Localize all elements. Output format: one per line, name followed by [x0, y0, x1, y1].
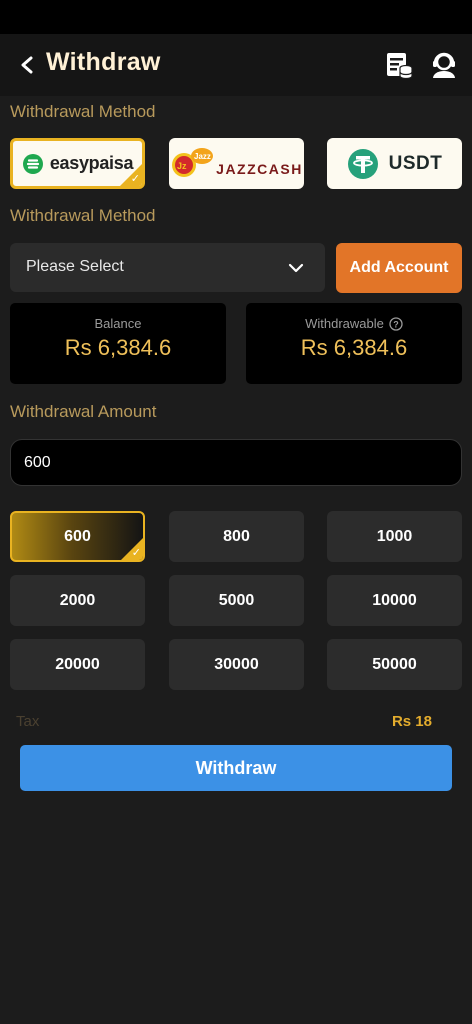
help-icon[interactable]: ?: [389, 316, 403, 331]
svg-text:Jz: Jz: [177, 161, 187, 171]
amount-chip-label: 10000: [372, 591, 417, 609]
withdrawable-label: Withdrawable ?: [246, 316, 462, 331]
withdrawal-method-label: Withdrawal Method: [10, 102, 156, 121]
balance-value: Rs 6,384.6: [64, 335, 172, 360]
account-method-label: Withdrawal Method: [10, 206, 156, 225]
checkmark-icon: ✓: [131, 547, 141, 559]
status-bar: [0, 0, 472, 34]
amount-chip[interactable]: 10000: [327, 575, 462, 626]
easypaisa-logo: easypaisa: [22, 153, 133, 175]
page-title: Withdraw: [46, 48, 161, 76]
svg-text:?: ?: [393, 319, 399, 329]
amount-chip[interactable]: 600 ✓: [10, 511, 145, 562]
withdrawable-card: Withdrawable ? Rs 6,384.6: [246, 303, 462, 384]
usdt-logo: USDT: [347, 148, 443, 180]
amount-chip-label: 20000: [55, 655, 100, 673]
easypaisa-icon: [22, 153, 43, 174]
withdrawable-value: Rs 6,384.6: [300, 335, 408, 360]
customer-service-icon[interactable]: [429, 50, 459, 80]
app-header: Withdraw: [0, 34, 472, 96]
amount-chip[interactable]: 2000: [10, 575, 145, 626]
jazzcash-badge: Jazz Cash: [194, 152, 214, 161]
amount-chip-label: 800: [223, 527, 250, 545]
withdraw-button[interactable]: Withdraw: [20, 745, 452, 791]
amount-chip-label: 30000: [214, 655, 259, 673]
records-icon[interactable]: [384, 50, 414, 80]
amount-chip-label: 1000: [376, 527, 413, 545]
jazzcash-logo: Jz Jazz Cash JAZZCASH: [170, 145, 303, 183]
method-easypaisa[interactable]: easypaisa ✓: [10, 138, 145, 189]
balance-label: Balance: [94, 316, 142, 331]
amount-chip[interactable]: 30000: [169, 639, 304, 690]
checkmark-icon: ✓: [130, 173, 140, 185]
amount-chip-label: 600: [64, 527, 91, 545]
amount-chip-label: 2000: [59, 591, 96, 609]
amount-chip[interactable]: 5000: [169, 575, 304, 626]
method-usdt[interactable]: USDT: [327, 138, 462, 189]
amount-chip-label: 50000: [372, 655, 417, 673]
amount-chip-label: 5000: [218, 591, 255, 609]
jazzcash-text: JAZZCASH: [216, 160, 303, 177]
add-account-button[interactable]: Add Account: [336, 243, 462, 293]
amount-chip[interactable]: 20000: [10, 639, 145, 690]
jazzcash-icon: Jz Jazz Cash: [172, 147, 214, 177]
amount-input[interactable]: [10, 439, 462, 486]
withdrawal-amount-label: Withdrawal Amount: [10, 402, 157, 421]
tax-label: Tax: [16, 713, 40, 730]
amount-chip[interactable]: 800: [169, 511, 304, 562]
tax-value: Rs 18: [391, 713, 432, 730]
balance-card: Balance Rs 6,384.6: [10, 303, 226, 384]
chevron-left-icon[interactable]: [14, 50, 42, 80]
tether-icon: [347, 148, 378, 179]
account-select[interactable]: Please Select: [10, 243, 325, 292]
chevron-down-icon: [287, 259, 305, 277]
amount-chip[interactable]: 1000: [327, 511, 462, 562]
method-jazzcash[interactable]: Jz Jazz Cash JAZZCASH: [169, 138, 304, 189]
amount-chip[interactable]: 50000: [327, 639, 462, 690]
account-select-placeholder: Please Select: [26, 258, 124, 275]
usdt-text: USDT: [388, 152, 443, 174]
